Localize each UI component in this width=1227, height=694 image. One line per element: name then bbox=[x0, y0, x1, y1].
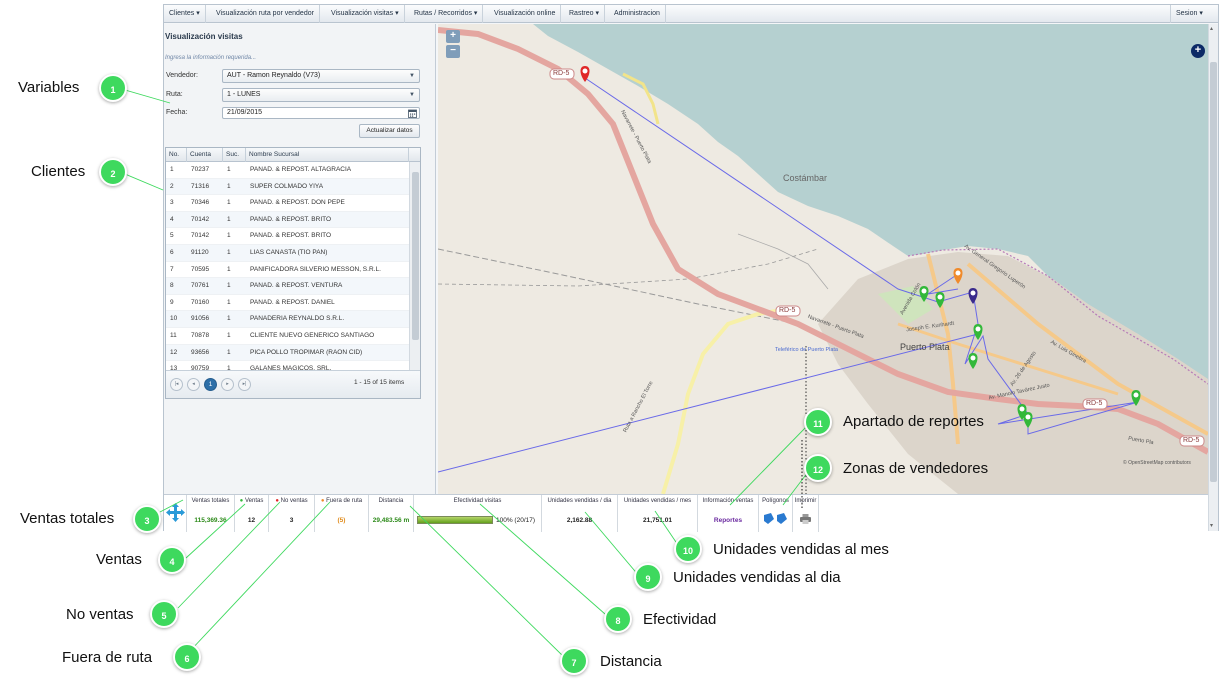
callout-label-unidades-dia: Unidades vendidas al dia bbox=[673, 569, 841, 586]
callout-badge-3: 3 bbox=[133, 505, 161, 533]
callout-label-reportes: Apartado de reportes bbox=[843, 413, 984, 430]
callout-badge-10: 10 bbox=[674, 535, 702, 563]
callout-badge-11: 11 bbox=[804, 408, 832, 436]
callout-badge-1: 1 bbox=[99, 74, 127, 102]
callout-label-ventas-totales: Ventas totales bbox=[20, 510, 115, 527]
callout-badge-9: 9 bbox=[634, 563, 662, 591]
callout-label-distancia: Distancia bbox=[600, 653, 662, 670]
callout-label-ventas: Ventas bbox=[96, 551, 142, 568]
callout-badge-4: 4 bbox=[158, 546, 186, 574]
callout-badge-8: 8 bbox=[604, 605, 632, 633]
callout-badge-7: 7 bbox=[560, 647, 588, 675]
callout-label-efectividad: Efectividad bbox=[643, 611, 717, 628]
callout-label-variables: Variables bbox=[18, 79, 80, 96]
callout-label-zonas: Zonas de vendedores bbox=[843, 460, 989, 477]
callout-label-unidades-mes: Unidades vendidas al mes bbox=[713, 541, 889, 558]
callout-label-no-ventas: No ventas bbox=[66, 606, 134, 623]
callout-label-fuera-de-ruta: Fuera de ruta bbox=[62, 649, 153, 666]
callout-badge-2: 2 bbox=[99, 158, 127, 186]
callout-badge-5: 5 bbox=[150, 600, 178, 628]
callout-badge-6: 6 bbox=[173, 643, 201, 671]
callout-badge-12: 12 bbox=[804, 454, 832, 482]
callout-leaders bbox=[124, 89, 809, 659]
callout-label-clientes: Clientes bbox=[31, 163, 86, 180]
